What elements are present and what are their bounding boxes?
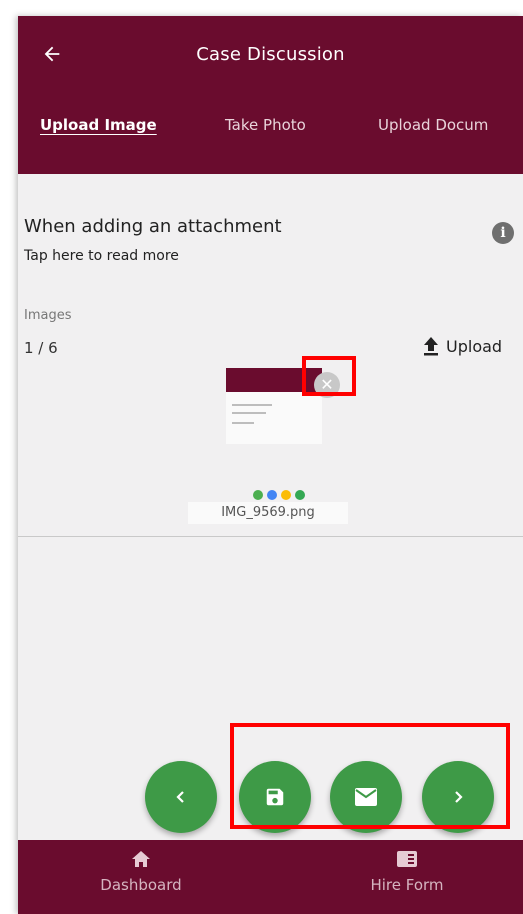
attachment-info-title[interactable]: When adding an attachment: [24, 216, 282, 237]
image-filename: IMG_9569.png: [188, 502, 348, 524]
thumbnail-text-line: [232, 422, 254, 424]
previous-button[interactable]: [145, 761, 217, 833]
nav-hire-form-label: Hire Form: [370, 876, 444, 894]
images-count: 1 / 6: [24, 339, 58, 357]
upload-button[interactable]: Upload: [422, 336, 502, 356]
dot: [281, 490, 291, 500]
thumbnail-text-line: [232, 412, 266, 414]
bottom-navigation: Dashboard Hire Form: [18, 840, 523, 914]
upload-label: Upload: [446, 336, 503, 356]
dot: [267, 490, 277, 500]
highlight-box-actions: [230, 723, 510, 829]
info-icon[interactable]: i: [492, 222, 514, 244]
nav-hire-form[interactable]: Hire Form: [342, 850, 472, 894]
app-bar: Case Discussion Upload Image Take Photo …: [18, 16, 523, 174]
dot: [253, 490, 263, 500]
chevron-left-icon: [176, 791, 184, 803]
attachment-info-link[interactable]: Tap here to read more: [24, 248, 179, 264]
app-screen: Case Discussion Upload Image Take Photo …: [18, 16, 523, 914]
tab-upload-document[interactable]: Upload Docum: [378, 116, 488, 134]
home-icon: [132, 851, 150, 867]
tab-bar: Upload Image Take Photo Upload Docum: [18, 116, 523, 156]
images-label: Images: [24, 308, 72, 323]
thumbnail-text-line: [232, 404, 272, 406]
tab-upload-image[interactable]: Upload Image: [40, 116, 157, 134]
loading-dots: [253, 490, 305, 500]
upload-icon: [424, 337, 438, 356]
page-title: Case Discussion: [196, 44, 345, 65]
form-icon: [397, 851, 417, 867]
dot: [295, 490, 305, 500]
divider: [18, 536, 523, 537]
highlight-box-remove: [302, 356, 356, 396]
tab-take-photo[interactable]: Take Photo: [225, 116, 306, 134]
nav-dashboard-label: Dashboard: [100, 876, 182, 894]
nav-dashboard[interactable]: Dashboard: [76, 850, 206, 894]
